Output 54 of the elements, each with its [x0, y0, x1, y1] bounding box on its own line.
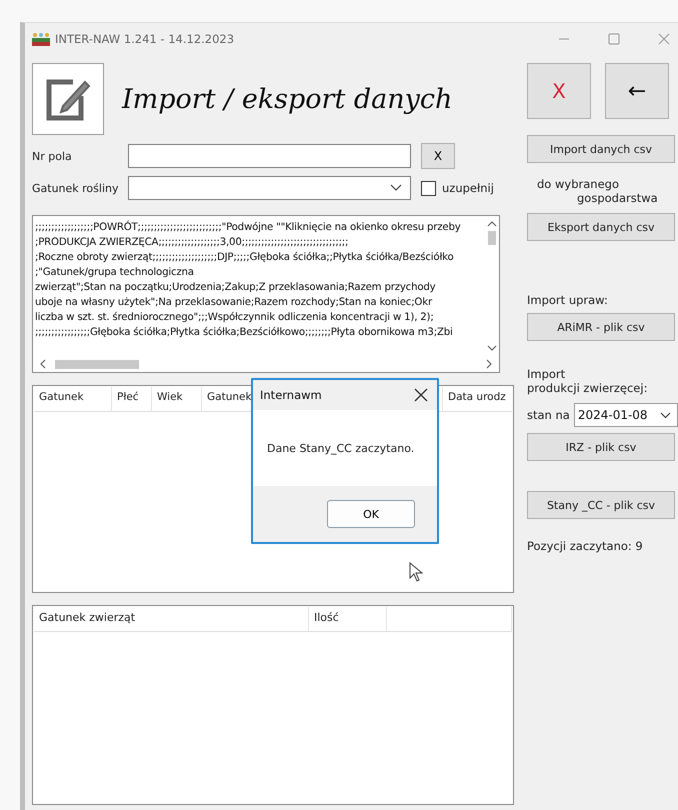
- text-line: ;;;;;;;;;;;;;;;;;;POWRÓT;;;;;;;;;;;;;;;;;;;;;;;;;;"Podwójne ""Kliknięcie na okienko okresu przeby: [35, 220, 462, 235]
- clear-button[interactable]: X: [421, 143, 455, 169]
- people-icon: [31, 32, 51, 46]
- chevron-down-icon: [660, 412, 671, 418]
- close-button[interactable]: X: [527, 63, 591, 119]
- text-line: ;;;;;;;;;;;;;;;;;Głęboka ściółka;Płytka ściółka;Bezściółkowo;;;;;;;;Płyta obornikowa m3;Zbi: [35, 326, 454, 340]
- text-line: liczba w szt. st. średniorocznego";;;Współczynnik odliczenia koncentracji w 1), 2);: [35, 310, 435, 325]
- field-number-input[interactable]: [128, 144, 411, 168]
- text-line: ;PRODUKCJA ZWIERZĘCA;;;;;;;;;;;;;;;;;;;3,00;;;;;;;;;;;;;;;;;;;;;;;;;;;;;;;;;: [35, 236, 350, 250]
- section-label: Import: [527, 367, 566, 381]
- arimr-csv-button[interactable]: ARiMR - plik csv: [527, 313, 675, 341]
- scrollbar-thumb[interactable]: [55, 360, 139, 368]
- checkbox[interactable]: [421, 180, 436, 196]
- scroll-left-icon[interactable]: [39, 359, 47, 369]
- dialog-message: Dane Stany_CC zaczytano.: [267, 442, 414, 454]
- text-line: uboje na własny użytek";Na przeklasowanie;Razem rozchody;Stan na koniec;Okr: [35, 296, 434, 310]
- scroll-down-icon[interactable]: [486, 344, 496, 352]
- export-csv-button[interactable]: Eksport danych csv: [527, 213, 675, 241]
- column-header[interactable]: Gatunek: [34, 387, 112, 411]
- close-icon[interactable]: [414, 388, 428, 402]
- back-button[interactable]: ←: [605, 63, 669, 119]
- text-line: ;Roczne obroty zwierząt;;;;;;;;;;;;;;;;;;;;DJP;;;;;Głęboka ściółka;;Płytka ściółka/Bezściółko: [35, 250, 455, 265]
- text-line: zwierząt";Stan na początku;Urodzenia;Zakup;Z przeklasowania;Razem przychody: [35, 281, 436, 295]
- page-title: Import / eksport danych: [122, 84, 452, 114]
- window-title: INTER-NAW 1.241 - 14.12.2023: [55, 32, 234, 46]
- scrollbar-thumb[interactable]: [488, 231, 496, 245]
- column-header[interactable]: Ilość: [309, 607, 387, 631]
- checkbox-label: uzupełnij: [442, 181, 494, 195]
- scroll-up-icon[interactable]: [486, 220, 496, 228]
- ok-button[interactable]: OK: [327, 500, 415, 528]
- column-header[interactable]: Wiek: [152, 387, 202, 411]
- column-header[interactable]: Płeć: [112, 387, 152, 411]
- loaded-count-text: Pozycji zaczytano: 9: [527, 539, 644, 553]
- irz-csv-button[interactable]: IRZ - plik csv: [527, 433, 675, 461]
- plant-dropdown[interactable]: [128, 176, 411, 200]
- section-label: Import upraw:: [527, 293, 609, 307]
- import-csv-button[interactable]: Import danych csv: [527, 135, 675, 163]
- target-text: gospodarstwa: [576, 191, 659, 205]
- scroll-right-icon[interactable]: [485, 359, 493, 369]
- section-label: produkcji zwierzęcej:: [527, 381, 648, 395]
- mouse-cursor-icon: [409, 562, 423, 582]
- maximize-icon[interactable]: [608, 33, 620, 45]
- plant-label: Gatunek rośliny: [32, 182, 120, 194]
- stany-csv-button[interactable]: Stany _CC - plik csv: [527, 491, 675, 519]
- chevron-down-icon: [390, 184, 402, 192]
- date-label: stan na: [527, 408, 570, 422]
- column-header[interactable]: Gatunek zwierząt: [34, 607, 309, 631]
- date-picker[interactable]: 2024-01-08: [574, 403, 678, 427]
- dialog-title: Internawm: [260, 388, 322, 402]
- target-text: do wybranego: [536, 177, 620, 191]
- csv-text-area[interactable]: [32, 215, 500, 373]
- field-label: Nr pola: [32, 150, 73, 162]
- text-line: ;"Gatunek/grupa technologiczna: [35, 266, 195, 280]
- column-header[interactable]: Data urodz: [443, 387, 512, 411]
